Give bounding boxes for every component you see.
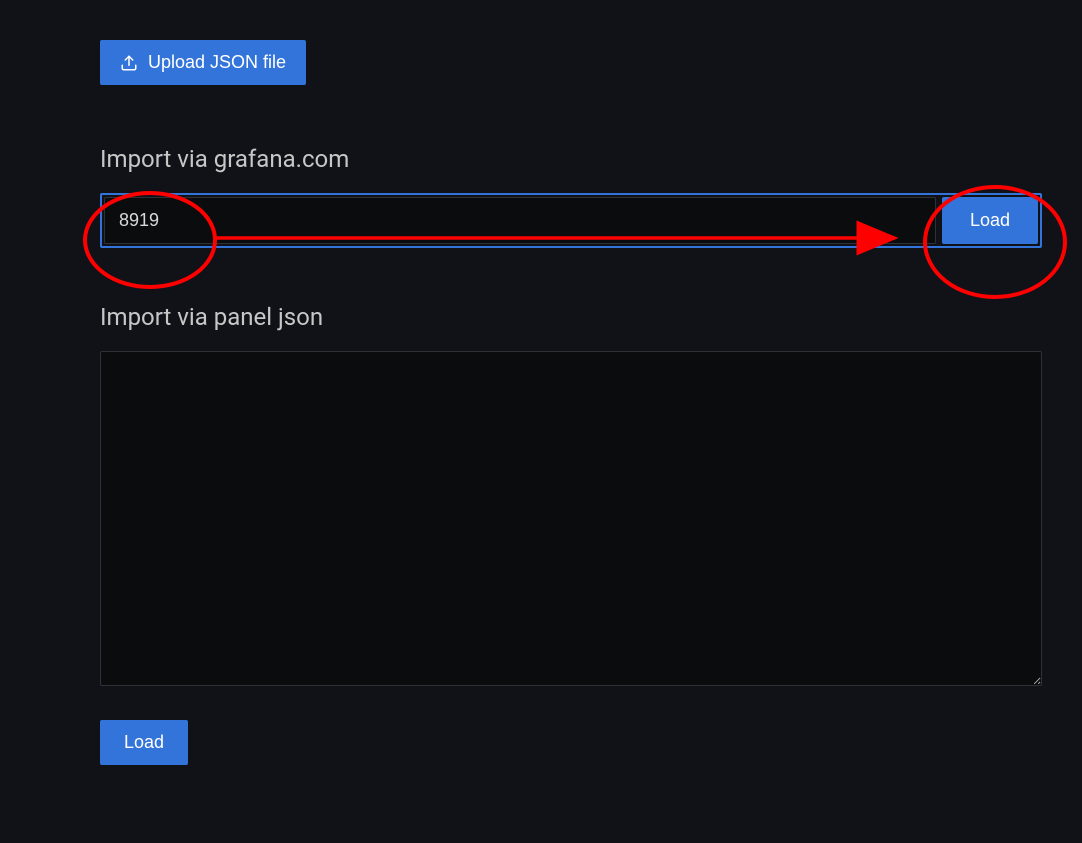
import-grafana-row: Load [100, 193, 1042, 248]
import-grafana-heading: Import via grafana.com [100, 145, 1042, 173]
upload-icon [120, 54, 138, 72]
import-panel-json-heading: Import via panel json [100, 303, 1042, 331]
panel-json-textarea[interactable] [100, 351, 1042, 686]
upload-json-label: Upload JSON file [148, 52, 286, 73]
grafana-id-input[interactable] [104, 197, 936, 244]
load-grafana-button[interactable]: Load [942, 197, 1038, 244]
upload-json-button[interactable]: Upload JSON file [100, 40, 306, 85]
load-panel-json-button[interactable]: Load [100, 720, 188, 765]
